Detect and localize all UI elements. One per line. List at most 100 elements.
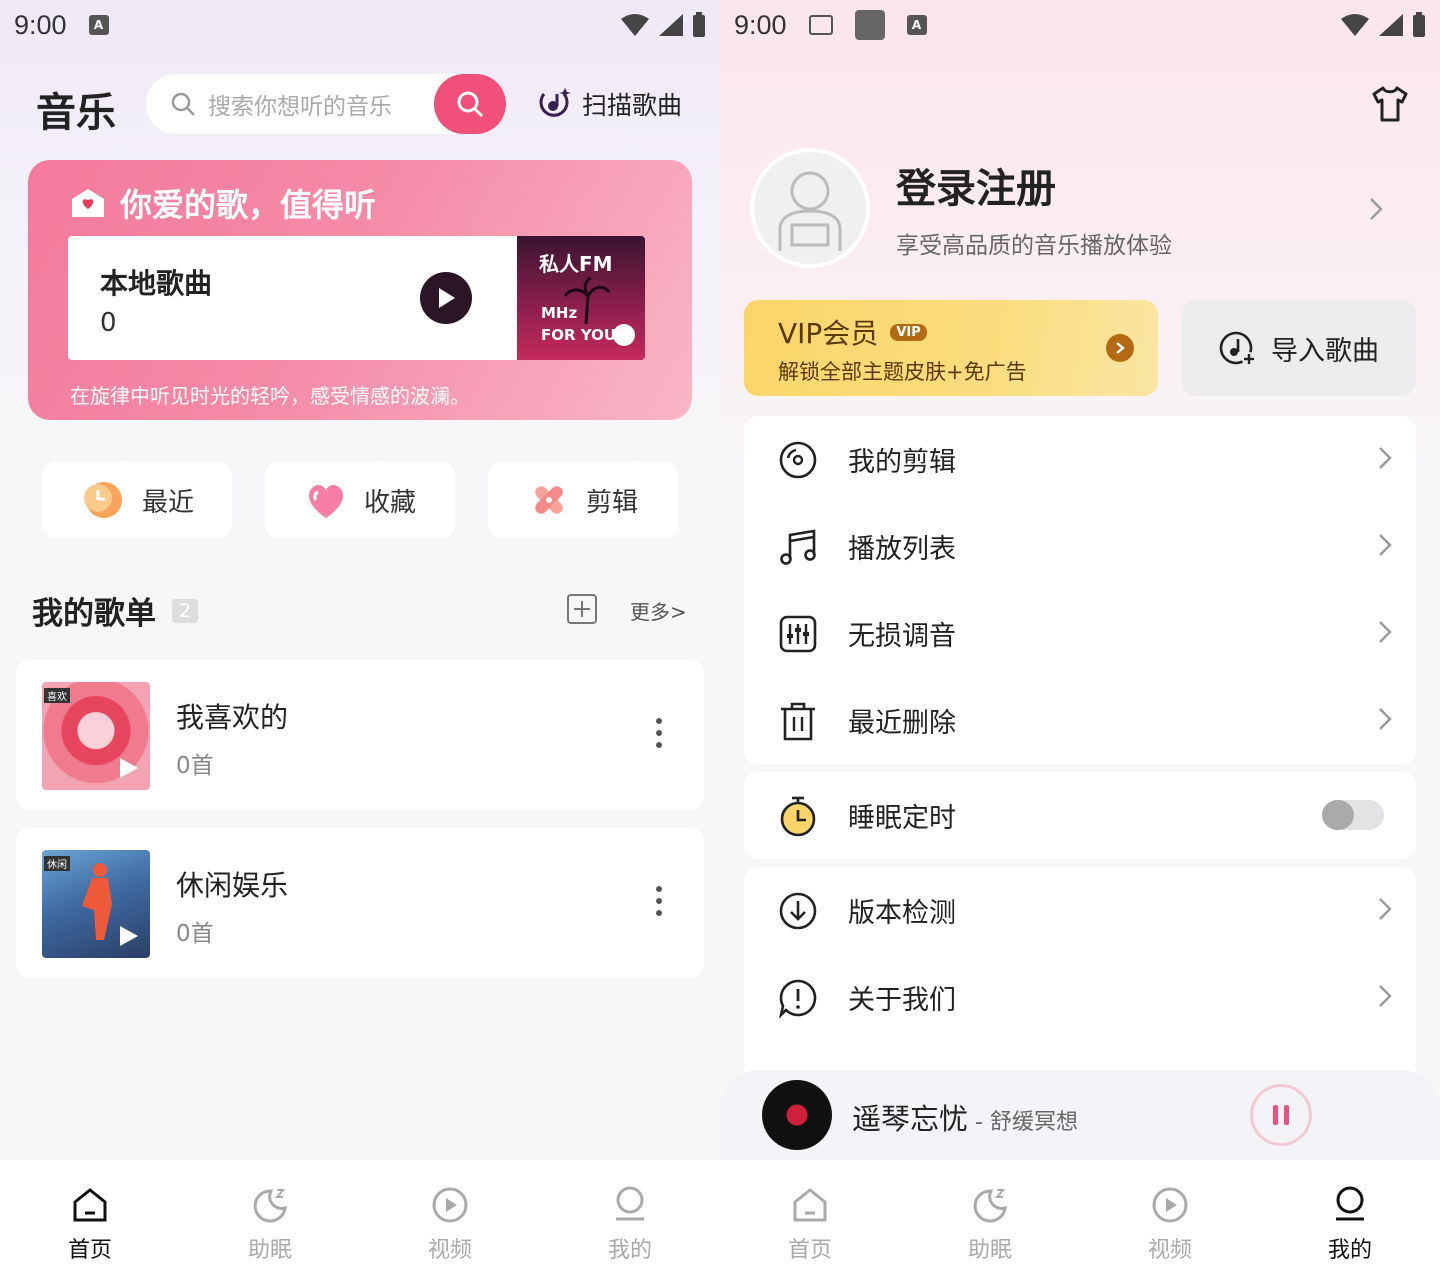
tab-label: 我的 (1327, 1238, 1372, 1263)
status-icons (620, 12, 706, 38)
favorites-button[interactable]: 收藏 (265, 462, 455, 538)
equalizer-icon (779, 615, 817, 652)
tab-home[interactable]: 首页 (720, 1160, 900, 1280)
favorites-label: 收藏 (363, 487, 416, 518)
my-playlists-title: 我的歌单 (32, 596, 156, 632)
tab-video[interactable]: 视频 (1080, 1160, 1260, 1280)
tab-sleep[interactable]: 助眠 (180, 1160, 360, 1280)
scan-songs-button[interactable]: 扫描歌曲 (536, 86, 682, 122)
scissors-icon (535, 486, 563, 514)
chevron-right-icon (1379, 708, 1392, 730)
my-playlists-header: 我的歌单 2 (32, 588, 199, 633)
menu-label: 最近删除 (848, 708, 956, 739)
play-button[interactable] (420, 272, 472, 324)
import-label: 导入歌曲 (1271, 335, 1379, 367)
local-songs-card[interactable]: 本地歌曲 0 (68, 236, 518, 360)
signal-icon (1379, 14, 1403, 36)
moon-sleep-icon (973, 1189, 1007, 1223)
pause-button[interactable] (1250, 1084, 1312, 1146)
import-songs-button[interactable]: 导入歌曲 (1182, 300, 1416, 396)
add-playlist-icon[interactable] (566, 593, 598, 625)
menu-item-lossless-tuning[interactable]: 无损调音 (744, 590, 1416, 677)
chevron-right-icon (1116, 342, 1125, 354)
tab-mine[interactable]: 我的 (1260, 1160, 1440, 1280)
now-playing-text: 遥琴忘忧 - 舒缓冥想 (852, 1096, 1078, 1138)
play-icon (439, 288, 455, 308)
app-notification-icon (854, 10, 885, 40)
status-bar: 9:00 A (720, 0, 1440, 50)
status-icons (1340, 12, 1426, 38)
vinyl-disc-icon (762, 1080, 832, 1150)
local-songs-title: 本地歌曲 (100, 267, 213, 300)
mini-player[interactable]: 遥琴忘忧 - 舒缓冥想 (720, 1070, 1440, 1160)
banner: 你爱的歌，值得听 本地歌曲 0 私人FM MHz FOR YOU 在旋律中听见时… (28, 160, 692, 420)
playlist-item[interactable]: 休闲 休闲娱乐 0首 (16, 828, 704, 978)
playlist-cover: 喜欢 (42, 682, 150, 790)
fm-mhz: MHz (541, 304, 578, 322)
menu-label: 无损调音 (848, 621, 956, 652)
menu-group-timer: 睡眠定时 (744, 772, 1416, 859)
scan-music-icon (539, 88, 571, 117)
playlists-count-badge: 2 (172, 598, 199, 623)
tab-label: 首页 (787, 1238, 832, 1263)
vip-title-row: VIP会员 VIP (778, 312, 927, 352)
tab-mine[interactable]: 我的 (540, 1160, 720, 1280)
chevron-right-icon[interactable] (1368, 196, 1384, 222)
recent-button[interactable]: 最近 (42, 462, 232, 538)
vip-arrow-button[interactable] (1106, 334, 1134, 362)
now-playing-title: 遥琴忘忧 (852, 1102, 969, 1136)
menu-group-about: 版本检测 关于我们 (744, 867, 1416, 1097)
search-icon (457, 91, 484, 118)
menu-item-version-check[interactable]: 版本检测 (744, 867, 1416, 954)
heart-icon (308, 484, 344, 518)
menu-item-about-us[interactable]: 关于我们 (744, 954, 1416, 1041)
private-fm-card[interactable]: 私人FM MHz FOR YOU (517, 236, 645, 360)
wifi-icon (621, 14, 649, 36)
search-bar[interactable]: 搜索你想听的音乐 (146, 74, 506, 134)
login-title[interactable]: 登录注册 (896, 156, 1056, 214)
signal-icon (659, 14, 683, 36)
status-time: 9:00 (734, 9, 787, 40)
chevron-right-icon (1379, 985, 1392, 1007)
more-options-icon[interactable] (656, 886, 664, 916)
menu-item-sleep-timer: 睡眠定时 (744, 772, 1416, 859)
home-icon (73, 1188, 107, 1222)
import-music-icon (1219, 331, 1256, 366)
tab-label: 视频 (427, 1238, 472, 1263)
banner-slogan: 在旋律中听见时光的轻吟，感受情感的波澜。 (70, 384, 470, 408)
keyboard-icon: A (906, 15, 927, 35)
playlist-cover: 休闲 (42, 850, 150, 958)
fm-title: 私人FM (539, 252, 613, 276)
theme-skin-icon[interactable] (1370, 84, 1410, 124)
avatar[interactable] (750, 148, 870, 268)
tab-video[interactable]: 视频 (360, 1160, 540, 1280)
image-notification-icon (808, 15, 833, 35)
search-input[interactable]: 搜索你想听的音乐 (208, 87, 392, 121)
tab-sleep[interactable]: 助眠 (900, 1160, 1080, 1280)
menu-item-my-clips[interactable]: 我的剪辑 (744, 416, 1416, 503)
menu-item-playlist[interactable]: 播放列表 (744, 503, 1416, 590)
default-avatar-icon (778, 171, 842, 251)
sleep-timer-toggle[interactable] (1322, 800, 1384, 830)
playlist-item[interactable]: 喜欢 我喜欢的 0首 (16, 660, 704, 810)
vip-card[interactable]: VIP会员 VIP 解锁全部主题皮肤+免广告 (744, 300, 1158, 396)
more-options-icon[interactable] (656, 718, 664, 748)
menu-label: 关于我们 (848, 985, 956, 1016)
vip-badge: VIP (890, 323, 927, 341)
playlist-name: 我喜欢的 (176, 701, 289, 734)
tab-label: 我的 (607, 1238, 652, 1263)
more-link[interactable]: 更多> (630, 596, 687, 625)
home-screen: 9:00 A 音乐 搜索你想听的音乐 扫描歌曲 你爱的歌，值得听 本地歌曲 0 (0, 0, 720, 1280)
tab-label: 视频 (1147, 1238, 1192, 1263)
menu-item-recently-deleted[interactable]: 最近删除 (744, 677, 1416, 764)
tab-home[interactable]: 首页 (0, 1160, 180, 1280)
user-icon (1336, 1186, 1364, 1221)
clips-button[interactable]: 剪辑 (488, 462, 678, 538)
battery-icon (1413, 12, 1425, 37)
search-button[interactable] (434, 74, 506, 134)
play-circle-icon (432, 1187, 468, 1223)
cover-play-icon (120, 758, 138, 778)
recent-clock-icon (83, 482, 122, 518)
now-playing-subtitle: - 舒缓冥想 (968, 1110, 1078, 1135)
menu-label: 睡眠定时 (848, 803, 956, 834)
